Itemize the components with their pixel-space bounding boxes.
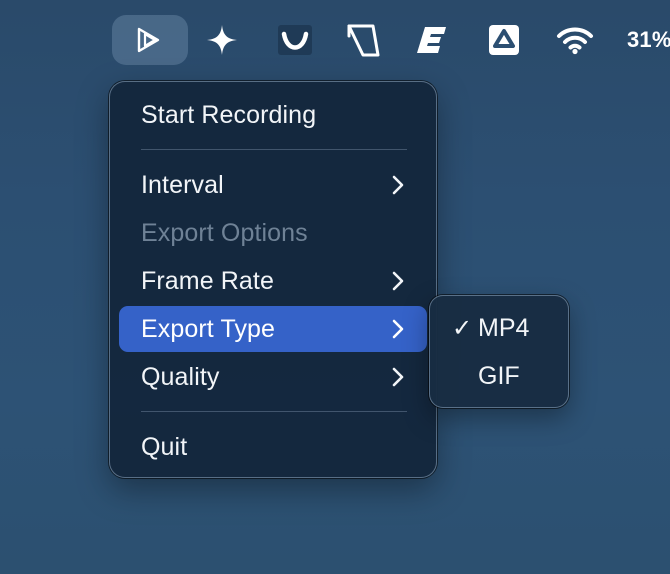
curve-menu-extra[interactable] (272, 15, 318, 65)
wifi-icon (556, 25, 594, 55)
chevron-right-icon (391, 318, 405, 340)
menu-item-label: Export Options (141, 218, 308, 247)
export-type-submenu: ✓ MP4 GIF (429, 295, 569, 408)
checkmark-icon: ✓ (451, 314, 473, 342)
submenu-item-mp4[interactable]: ✓ MP4 (438, 306, 560, 350)
battery-percentage[interactable]: 31% (627, 27, 670, 53)
menu-item-label: Interval (141, 170, 224, 199)
recorder-dropdown-menu: Start Recording Interval Export Options … (109, 81, 437, 478)
recorder-play-icon (135, 26, 165, 54)
menu-item-frame-rate[interactable]: Frame Rate (119, 258, 427, 304)
menu-item-export-type[interactable]: Export Type (119, 306, 427, 352)
chevron-right-icon (391, 174, 405, 196)
menu-item-export-options: Export Options (119, 210, 427, 256)
menu-bar: 31% (0, 0, 670, 80)
recorder-app-menu-extra[interactable] (112, 15, 188, 65)
drive-menu-extra[interactable] (482, 15, 526, 65)
chevron-right-icon (391, 270, 405, 292)
bold-e-menu-extra[interactable] (412, 15, 452, 65)
menu-item-quit[interactable]: Quit (119, 424, 427, 470)
menu-item-label: Export Type (141, 314, 276, 343)
sparkle-icon (205, 23, 239, 57)
submenu-item-label: MP4 (478, 313, 530, 342)
wifi-menu-extra[interactable] (552, 15, 598, 65)
submenu-item-gif[interactable]: GIF (438, 354, 560, 398)
drive-triangle-icon (486, 22, 522, 58)
menu-item-start-recording[interactable]: Start Recording (119, 92, 427, 138)
bold-e-icon (415, 24, 449, 56)
menu-separator (141, 149, 407, 150)
menu-separator (141, 411, 407, 412)
window-shape-menu-extra[interactable] (340, 15, 386, 65)
chevron-right-icon (391, 366, 405, 388)
menu-item-label: Start Recording (141, 100, 317, 129)
sparkle-menu-extra[interactable] (200, 15, 244, 65)
submenu-item-label: GIF (478, 361, 520, 390)
window-shape-icon (343, 22, 383, 58)
curve-smile-icon (275, 22, 315, 58)
menu-item-label: Frame Rate (141, 266, 274, 295)
menu-item-interval[interactable]: Interval (119, 162, 427, 208)
menu-item-quality[interactable]: Quality (119, 354, 427, 400)
menu-item-label: Quit (141, 432, 188, 461)
menu-item-label: Quality (141, 362, 220, 391)
